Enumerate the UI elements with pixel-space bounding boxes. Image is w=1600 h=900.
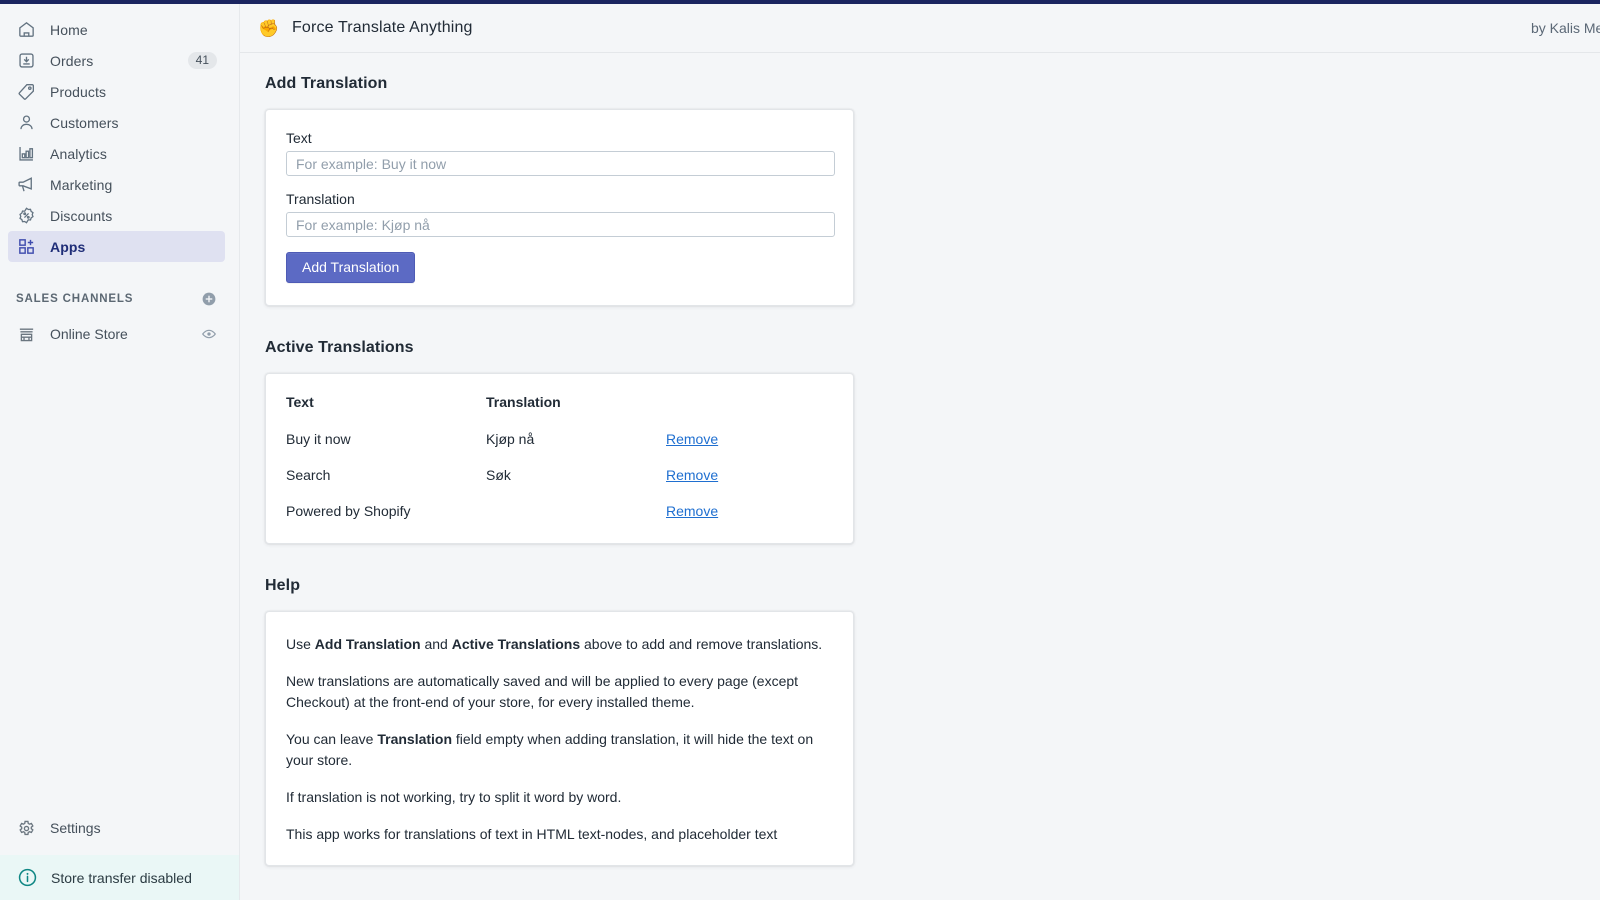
cell-translation: Søk (486, 467, 511, 483)
sales-channels-header: SALES CHANNELS (8, 286, 225, 312)
sidebar-item-label: Home (50, 21, 88, 38)
help-card: Use Add Translation and Active Translati… (265, 611, 854, 866)
active-translations-card: Text Translation Buy it now Kjøp nå Remove… (265, 373, 854, 544)
cell-translation: Kjøp nå (486, 431, 535, 447)
table-header-row: Text Translation (266, 374, 853, 421)
marketing-megaphone-icon (16, 175, 36, 195)
sidebar-item-analytics[interactable]: Analytics (8, 138, 225, 169)
app-header: ✊ Force Translate Anything by Kalis Medi… (240, 4, 1600, 53)
translations-table-body: Buy it now Kjøp nå Remove Search Søk Remove Po… (266, 421, 853, 543)
cell-translation (466, 493, 646, 543)
remove-link[interactable]: Remove (666, 503, 718, 519)
translation-field-group: Translation (286, 191, 835, 237)
fist-hand-emoji-icon: ✊ (258, 18, 280, 38)
cell-text: Powered by Shopify (286, 503, 411, 519)
sidebar: Home Orders 41 Products Customers Analyt… (0, 4, 240, 900)
plus-circle-icon[interactable] (201, 291, 217, 307)
store-icon (16, 324, 36, 344)
table-row: Buy it now Kjøp nå Remove (266, 421, 853, 457)
analytics-bar-chart-icon (16, 144, 36, 164)
gear-icon (16, 818, 36, 838)
column-header-text: Text (286, 394, 314, 410)
remove-link[interactable]: Remove (666, 431, 718, 447)
customers-person-icon (16, 113, 36, 133)
sidebar-item-label: Customers (50, 114, 119, 131)
main-content: Add Translation Text Translation Add Tra… (240, 53, 1600, 900)
cell-action: Remove (646, 493, 853, 543)
column-header-actions (646, 374, 853, 421)
sales-channels-title: SALES CHANNELS (16, 293, 134, 305)
orders-icon (16, 51, 36, 71)
add-translation-button[interactable]: Add Translation (286, 252, 416, 283)
help-emphasis: Active Translations (451, 636, 581, 652)
sidebar-item-orders[interactable]: Orders 41 (8, 45, 225, 76)
sidebar-item-label: Orders (50, 52, 94, 69)
remove-link[interactable]: Remove (666, 467, 718, 483)
text-input[interactable] (286, 151, 835, 176)
help-heading: Help (265, 577, 301, 594)
sidebar-item-apps[interactable]: Apps (8, 231, 225, 262)
cell-action: Remove (646, 457, 853, 493)
translations-table: Text Translation Buy it now Kjøp nå Remove… (266, 374, 853, 543)
column-header-translation: Translation (486, 394, 561, 410)
text-field-group: Text (286, 130, 835, 176)
sidebar-item-label: Settings (50, 820, 101, 836)
help-paragraph: New translations are automatically saved… (286, 673, 799, 710)
app-root: Home Orders 41 Products Customers Analyt… (0, 0, 1600, 900)
translations-table-head: Text Translation (266, 374, 853, 421)
translation-input[interactable] (286, 212, 835, 237)
info-circle-icon (16, 867, 38, 889)
sidebar-item-customers[interactable]: Customers (8, 107, 225, 138)
translation-field-label: Translation (286, 191, 355, 207)
sidebar-nav-list: Home Orders 41 Products Customers Analyt… (0, 4, 239, 262)
sidebar-footer: Settings Store transfer disabled (0, 811, 239, 900)
cell-text: Search (286, 467, 331, 483)
table-row: Powered by Shopify Remove (266, 493, 853, 543)
sidebar-item-label: Products (50, 83, 107, 100)
eye-icon[interactable] (201, 326, 217, 342)
help-paragraph: You can leave Translation field empty wh… (286, 731, 814, 768)
page-title: Force Translate Anything (292, 19, 473, 36)
sidebar-item-marketing[interactable]: Marketing (8, 169, 225, 200)
sidebar-item-label: Apps (50, 238, 86, 255)
table-row: Search Søk Remove (266, 457, 853, 493)
cell-text: Buy it now (286, 431, 351, 447)
help-paragraph: This app works for translations of text … (286, 826, 778, 842)
sidebar-item-settings[interactable]: Settings (8, 811, 225, 845)
active-translations-heading: Active Translations (265, 339, 414, 356)
discounts-percent-icon (16, 206, 36, 226)
products-tag-icon (16, 82, 36, 102)
orders-count-badge: 41 (187, 52, 217, 69)
help-emphasis: Translation (377, 731, 453, 747)
sidebar-item-products[interactable]: Products (8, 76, 225, 107)
cell-action: Remove (646, 421, 853, 457)
app-author-label: by Kalis Media (1530, 20, 1600, 36)
store-transfer-banner[interactable]: Store transfer disabled (0, 855, 239, 900)
sidebar-item-discounts[interactable]: Discounts (8, 200, 225, 231)
add-translation-card: Text Translation Add Translation (265, 109, 854, 306)
sidebar-item-online-store[interactable]: Online Store (8, 318, 225, 350)
sidebar-item-home[interactable]: Home (8, 14, 225, 45)
text-field-label: Text (286, 130, 312, 146)
sidebar-item-label: Analytics (50, 145, 107, 162)
sidebar-item-label: Online Store (50, 326, 128, 342)
add-translation-heading: Add Translation (265, 75, 388, 92)
help-paragraph: Use Add Translation and Active Translati… (286, 636, 823, 652)
top-accent-bar (0, 0, 1600, 4)
apps-grid-icon (16, 237, 36, 257)
store-transfer-label: Store transfer disabled (51, 869, 192, 886)
sidebar-item-label: Discounts (50, 207, 113, 224)
help-emphasis: Add Translation (314, 636, 421, 652)
help-paragraph: If translation is not working, try to sp… (286, 789, 622, 805)
help-body: Use Add Translation and Active Translati… (266, 612, 853, 865)
home-icon (16, 20, 36, 40)
sidebar-item-label: Marketing (50, 176, 113, 193)
